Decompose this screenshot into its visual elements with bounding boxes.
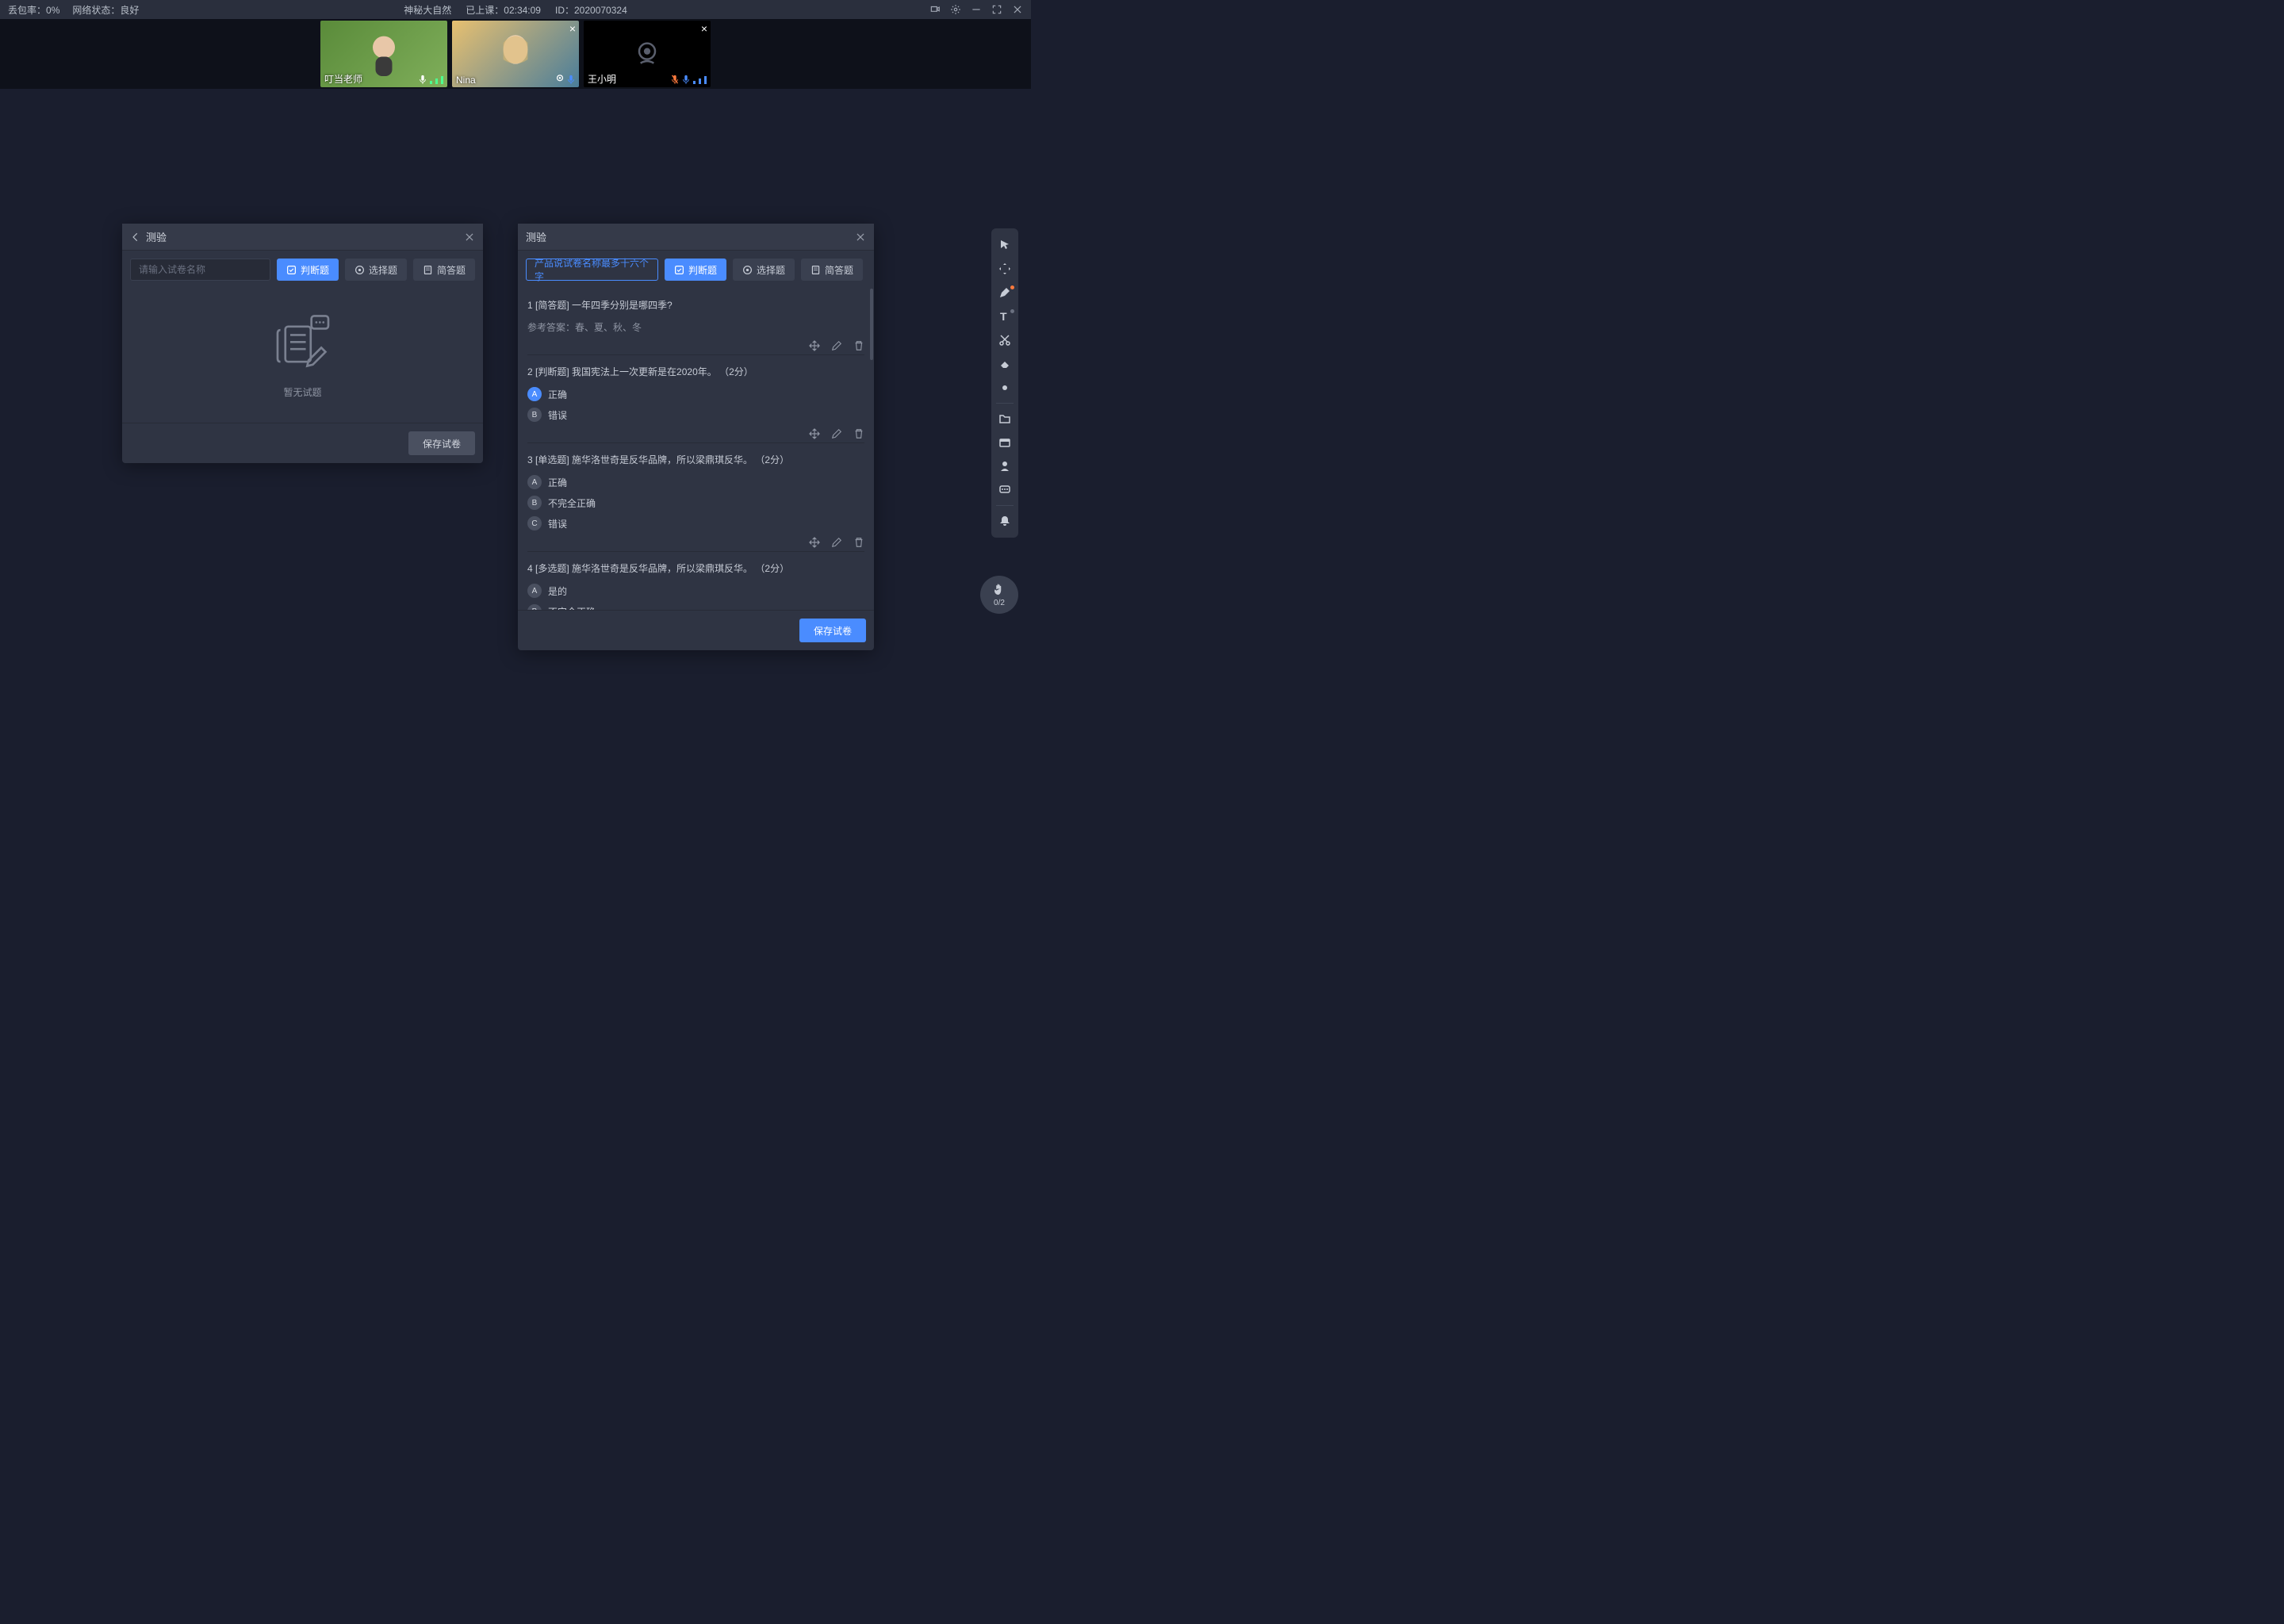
- delete-icon[interactable]: [853, 428, 864, 439]
- pen-tool-icon[interactable]: [991, 281, 1018, 304]
- edit-icon[interactable]: [831, 340, 842, 351]
- video-name-label: 叮当老师: [324, 72, 362, 86]
- paper-name-display[interactable]: 产品说试卷名称最多十六个字: [526, 259, 658, 281]
- elapsed-time: 已上课：02:34:09: [466, 3, 541, 17]
- mic-indicator-icon: [671, 75, 707, 84]
- question-option[interactable]: B不完全正确: [527, 496, 864, 510]
- back-icon[interactable]: [130, 232, 141, 243]
- save-paper-button[interactable]: 保存试卷: [408, 431, 475, 455]
- panel-title: 测验: [526, 229, 546, 244]
- quiz-panel-empty: 测验 判断题 选择题 简答题 暂无试题 保存试卷: [122, 224, 483, 463]
- add-judge-button[interactable]: 判断题: [277, 259, 339, 281]
- video-name-label: Nina: [456, 75, 476, 86]
- quiz-panel-editor: 测验 产品说试卷名称最多十六个字 判断题 选择题 简答题 1 [简答题] 一年四…: [518, 224, 874, 650]
- question-option[interactable]: C错误: [527, 516, 864, 530]
- add-choice-button[interactable]: 选择题: [345, 259, 407, 281]
- camera-switch-icon[interactable]: [929, 4, 941, 15]
- add-short-button[interactable]: 简答题: [801, 259, 863, 281]
- panel-header: 测验: [518, 224, 874, 251]
- chat-tool-icon[interactable]: [991, 478, 1018, 502]
- minimize-icon[interactable]: [971, 4, 982, 15]
- courseware-tool-icon[interactable]: [991, 431, 1018, 454]
- question-item: 4 [多选题] 施华洛世奇是反华品牌，所以梁鼎琪反华。 （2分） A是的 B不完…: [527, 552, 864, 610]
- empty-text: 暂无试题: [283, 385, 321, 399]
- mic-indicator-icon: [556, 75, 575, 84]
- laser-tool-icon[interactable]: [991, 376, 1018, 400]
- mic-indicator-icon: [419, 75, 443, 84]
- hand-icon: [992, 583, 1006, 597]
- packet-loss: 丢包率：0%: [8, 3, 59, 17]
- question-item: 1 [简答题] 一年四季分别是哪四季? 参考答案：春、夏、秋、冬: [527, 289, 864, 355]
- hand-raise-button[interactable]: 0/2: [980, 576, 1018, 614]
- panel-title: 测验: [146, 229, 167, 244]
- fullscreen-icon[interactable]: [991, 4, 1002, 15]
- save-paper-button[interactable]: 保存试卷: [799, 619, 866, 642]
- add-judge-button[interactable]: 判断题: [665, 259, 726, 281]
- move-icon[interactable]: [809, 428, 820, 439]
- move-tool-icon[interactable]: [991, 257, 1018, 281]
- close-window-icon[interactable]: [1012, 4, 1023, 15]
- cursor-tool-icon[interactable]: [991, 233, 1018, 257]
- video-name-label: 王小明: [588, 72, 616, 86]
- video-close-icon[interactable]: ×: [701, 22, 707, 35]
- person-tool-icon[interactable]: [991, 454, 1018, 478]
- move-icon[interactable]: [809, 537, 820, 548]
- close-icon[interactable]: [464, 232, 475, 243]
- panel-header: 测验: [122, 224, 483, 251]
- class-title: 神秘大自然: [404, 3, 451, 17]
- text-tool-icon[interactable]: T: [991, 304, 1018, 328]
- delete-icon[interactable]: [853, 537, 864, 548]
- bell-tool-icon[interactable]: [991, 509, 1018, 533]
- session-id: ID：2020070324: [555, 3, 627, 17]
- question-option[interactable]: B错误: [527, 408, 864, 422]
- add-short-button[interactable]: 简答题: [413, 259, 475, 281]
- move-icon[interactable]: [809, 340, 820, 351]
- video-tile-student[interactable]: × Nina: [452, 21, 579, 87]
- settings-icon[interactable]: [950, 4, 961, 15]
- panel-toolbar: 判断题 选择题 简答题: [122, 251, 483, 289]
- video-close-icon[interactable]: ×: [569, 22, 576, 35]
- empty-state: 暂无试题: [122, 289, 483, 423]
- close-icon[interactable]: [855, 232, 866, 243]
- top-bar: 丢包率：0% 网络状态：良好 神秘大自然 已上课：02:34:09 ID：202…: [0, 0, 1031, 19]
- question-option[interactable]: A正确: [527, 387, 864, 401]
- svg-text:T: T: [1000, 310, 1007, 323]
- edit-icon[interactable]: [831, 537, 842, 548]
- video-row: 叮当老师 × Nina × 王小明: [0, 19, 1031, 89]
- scissors-tool-icon[interactable]: [991, 328, 1018, 352]
- question-option[interactable]: A正确: [527, 475, 864, 489]
- question-option[interactable]: B不完全正确: [527, 604, 864, 610]
- question-item: 2 [判断题] 我国宪法上一次更新是在2020年。 （2分） A正确 B错误: [527, 355, 864, 443]
- add-choice-button[interactable]: 选择题: [733, 259, 795, 281]
- video-tile-teacher[interactable]: 叮当老师: [320, 21, 447, 87]
- camera-off-icon: [631, 38, 663, 70]
- tool-sidebar: T: [991, 228, 1018, 538]
- eraser-tool-icon[interactable]: [991, 352, 1018, 376]
- edit-icon[interactable]: [831, 428, 842, 439]
- network-status: 网络状态：良好: [72, 3, 139, 17]
- video-tile-camera-off[interactable]: × 王小明: [584, 21, 711, 87]
- panel-toolbar: 产品说试卷名称最多十六个字 判断题 选择题 简答题: [518, 251, 874, 289]
- scrollbar[interactable]: [870, 289, 873, 610]
- empty-quiz-icon: [267, 312, 339, 376]
- hand-raise-count: 0/2: [994, 599, 1005, 607]
- folder-tool-icon[interactable]: [991, 407, 1018, 431]
- delete-icon[interactable]: [853, 340, 864, 351]
- paper-name-input[interactable]: [130, 259, 270, 281]
- question-item: 3 [单选题] 施华洛世奇是反华品牌，所以梁鼎琪反华。 （2分） A正确 B不完…: [527, 443, 864, 552]
- question-option[interactable]: A是的: [527, 584, 864, 598]
- question-list: 1 [简答题] 一年四季分别是哪四季? 参考答案：春、夏、秋、冬 2 [判断题]…: [518, 289, 874, 610]
